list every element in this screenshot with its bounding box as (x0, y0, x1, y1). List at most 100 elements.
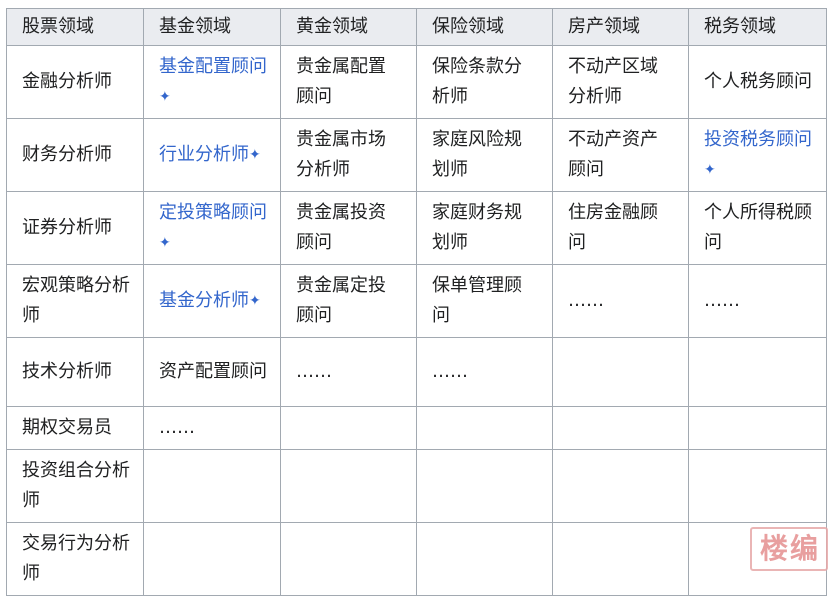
cell-text: …… (296, 361, 332, 382)
cell-text: 保单管理顾问 (432, 275, 522, 326)
row-label-cell: 期权交易员 (6, 406, 144, 450)
table-header-row: 股票领域 基金领域 黄金领域 保险领域 房产领域 税务领域 (6, 8, 827, 46)
table-row: 财务分析师 行业分析师✦ 贵金属市场分析师 家庭风险规划师 不动产资产顾问 投资税务顾问✦ (6, 118, 827, 192)
table-cell (552, 406, 689, 450)
table-cell (280, 449, 417, 523)
cell-text: 贵金属投资顾问 (296, 202, 386, 253)
sparkle-icon: ✦ (159, 235, 171, 251)
table-cell: 家庭风险规划师 (416, 118, 553, 192)
cell-text: 期权交易员 (22, 417, 112, 438)
table-cell-link[interactable]: 基金配置顾问 ✦ (143, 45, 281, 119)
cell-text: 金融分析师 (22, 71, 112, 92)
cell-link-text[interactable]: 基金分析师 (159, 290, 249, 311)
cell-text: …… (432, 361, 468, 382)
cell-text: 贵金属配置顾问 (296, 56, 386, 107)
table-cell: 住房金融顾问 (552, 191, 689, 265)
table-row: 期权交易员 …… (6, 406, 827, 450)
table-cell (280, 406, 417, 450)
cell-text: 投资组合分析师 (22, 460, 130, 511)
cell-text: …… (568, 290, 604, 311)
table-cell-link[interactable]: 投资税务顾问 ✦ (688, 118, 827, 192)
table-cell (143, 522, 281, 596)
row-label-cell: 宏观策略分析师 (6, 264, 144, 338)
cell-text: …… (704, 290, 740, 311)
cell-text: 宏观策略分析师 (22, 275, 130, 326)
cell-text: 资产配置顾问 (159, 361, 267, 382)
table-cell-link[interactable]: 基金分析师✦ (143, 264, 281, 338)
cell-text: 财务分析师 (22, 144, 112, 165)
table-cell: …… (688, 264, 827, 338)
table-cell: 不动产区域分析师 (552, 45, 689, 119)
table-cell (416, 449, 553, 523)
cell-text: 家庭风险规划师 (432, 129, 522, 180)
cell-text: 保险条款分析师 (432, 56, 522, 107)
cell-text: 贵金属市场分析师 (296, 129, 386, 180)
row-label-cell: 金融分析师 (6, 45, 144, 119)
table-cell (416, 406, 553, 450)
row-label-cell: 财务分析师 (6, 118, 144, 192)
watermark-seal: 楼 编 (750, 527, 828, 571)
header-tax-field: 税务领域 (688, 8, 827, 46)
cell-text: 住房金融顾问 (568, 202, 658, 253)
table-cell (688, 406, 827, 450)
cell-text: 不动产资产顾问 (568, 129, 658, 180)
table-cell-link[interactable]: 行业分析师✦ (143, 118, 281, 192)
table-cell: 保单管理顾问 (416, 264, 553, 338)
row-label-cell: 投资组合分析师 (6, 449, 144, 523)
cell-text: 个人所得税顾问 (704, 202, 812, 253)
sparkle-icon: ✦ (249, 147, 261, 163)
table-cell (552, 449, 689, 523)
cell-text: 贵金属定投顾问 (296, 275, 386, 326)
table-cell: …… (143, 406, 281, 450)
cell-link-text[interactable]: 定投策略顾问 (159, 202, 267, 223)
row-label-cell: 交易行为分析师 (6, 522, 144, 596)
table-cell: 贵金属配置顾问 (280, 45, 417, 119)
table-cell (552, 337, 689, 407)
seal-glyph: 楼 (759, 532, 788, 565)
cell-text: …… (159, 417, 195, 438)
table-cell: 不动产资产顾问 (552, 118, 689, 192)
cell-link-text[interactable]: 基金配置顾问 (159, 56, 267, 77)
table-cell (688, 449, 827, 523)
cell-text: 个人税务顾问 (704, 71, 812, 92)
row-label-cell: 证券分析师 (6, 191, 144, 265)
table-cell (552, 522, 689, 596)
sparkle-icon: ✦ (249, 293, 261, 309)
table-cell: 家庭财务规划师 (416, 191, 553, 265)
table-body: 金融分析师 基金配置顾问 ✦ 贵金属配置顾问 保险条款分析师 不动产区域分析师 个人税务顾问… (6, 45, 827, 596)
table-cell-link[interactable]: 定投策略顾问 ✦ (143, 191, 281, 265)
header-realestate-field: 房产领域 (552, 8, 689, 46)
cell-link-text[interactable]: 行业分析师 (159, 144, 249, 165)
table-cell (143, 449, 281, 523)
table-row: 投资组合分析师 (6, 449, 827, 523)
cell-text: 家庭财务规划师 (432, 202, 522, 253)
table-cell: 贵金属市场分析师 (280, 118, 417, 192)
table-cell: 贵金属投资顾问 (280, 191, 417, 265)
row-label-cell: 技术分析师 (6, 337, 144, 407)
cell-link-text[interactable]: 投资税务顾问 (704, 129, 812, 150)
sparkle-icon: ✦ (159, 89, 171, 105)
seal-glyph: 编 (790, 532, 819, 565)
table-cell (416, 522, 553, 596)
cell-text: 技术分析师 (22, 361, 112, 382)
table-cell: 个人所得税顾问 (688, 191, 827, 265)
table-cell: 贵金属定投顾问 (280, 264, 417, 338)
header-insurance-field: 保险领域 (416, 8, 553, 46)
cell-text: 不动产区域分析师 (568, 56, 658, 107)
table-cell: …… (416, 337, 553, 407)
header-stock-field: 股票领域 (6, 8, 144, 46)
table-cell: …… (552, 264, 689, 338)
table-cell: …… (280, 337, 417, 407)
table-row: 金融分析师 基金配置顾问 ✦ 贵金属配置顾问 保险条款分析师 不动产区域分析师 个人税务顾问 (6, 45, 827, 119)
table-row: 证券分析师 定投策略顾问 ✦ 贵金属投资顾问 家庭财务规划师 住房金融顾问 个人所得税顾问 (6, 191, 827, 265)
table-cell (688, 337, 827, 407)
table-row: 交易行为分析师 (6, 522, 827, 596)
table-row: 宏观策略分析师 基金分析师✦ 贵金属定投顾问 保单管理顾问………… (6, 264, 827, 338)
career-fields-table: 股票领域 基金领域 黄金领域 保险领域 房产领域 税务领域 金融分析师 基金配置顾… (6, 8, 827, 596)
cell-text: 交易行为分析师 (22, 533, 130, 584)
table-row: 技术分析师 资产配置顾问 …… …… (6, 337, 827, 407)
table-cell: 保险条款分析师 (416, 45, 553, 119)
table-cell (280, 522, 417, 596)
table-cell: 资产配置顾问 (143, 337, 281, 407)
table-cell: 个人税务顾问 (688, 45, 827, 119)
